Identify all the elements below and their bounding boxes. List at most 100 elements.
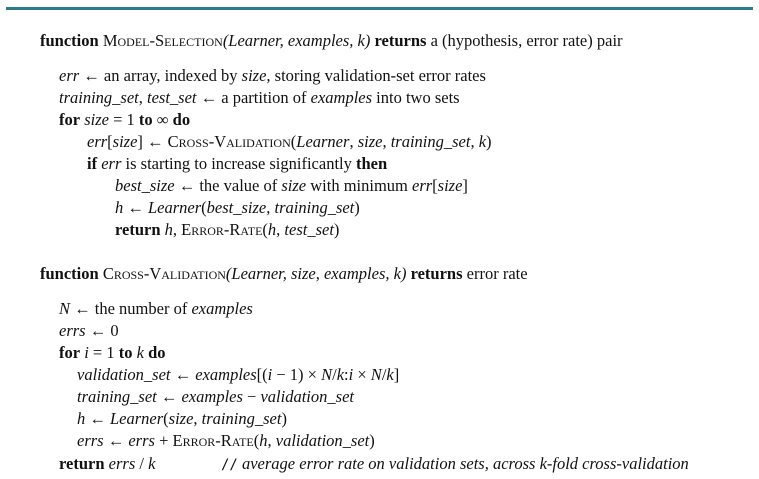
ms-line-2: training_set, test_set ← a partition of … <box>59 88 460 108</box>
text: , <box>382 132 391 151</box>
function-name: Cross-Validation <box>102 264 226 283</box>
var-test-set: test_set <box>284 220 334 239</box>
text: / <box>135 454 149 473</box>
comment-text: average error rate on validation sets, a… <box>237 454 689 473</box>
text: + <box>154 431 173 450</box>
keyword-for: for <box>59 110 81 129</box>
var-size: size <box>437 176 463 195</box>
var-h: h <box>115 198 124 217</box>
var-h: h <box>164 220 173 239</box>
function-name: Model-Selection <box>102 31 223 50</box>
var-h: h <box>77 409 86 428</box>
text: , storing validation-set error rates <box>266 66 486 85</box>
var-err: err <box>101 154 122 173</box>
var-errs: errs <box>77 431 104 450</box>
var-size: size <box>84 110 109 129</box>
text: , <box>349 132 358 151</box>
var-size: size <box>357 132 383 151</box>
var-n: N <box>321 365 333 384</box>
var-size: size <box>281 176 307 195</box>
var-validation-set: validation_set <box>275 431 370 450</box>
cv-comment: // average error rate on validation sets… <box>221 454 689 475</box>
return-description: a (hypothesis, error rate) pair <box>430 31 623 50</box>
var-examples: examples <box>195 365 257 384</box>
text: ] <box>462 176 468 195</box>
keyword-then: then <box>356 154 388 173</box>
keyword-do: do <box>148 343 166 362</box>
text: ← an array, indexed by <box>79 66 242 85</box>
keyword-for: for <box>59 343 81 362</box>
text: , <box>172 220 182 239</box>
keyword-return: return <box>115 220 161 239</box>
call-error-rate: Error-Rate <box>181 220 263 239</box>
top-rule <box>6 7 753 10</box>
text: ] ← <box>137 132 168 151</box>
var-errs: errs <box>128 431 155 450</box>
var-k: k <box>386 365 394 384</box>
text: [( <box>256 365 268 384</box>
keyword-returns: returns <box>410 264 463 283</box>
ms-line-1: err ← an array, indexed by size, storing… <box>59 66 486 86</box>
cv-line-3: for i = 1 to k do <box>59 343 166 363</box>
text: ] <box>393 365 400 384</box>
var-training-set: training_set <box>274 198 355 217</box>
var-size: size <box>168 409 194 428</box>
text: ← <box>85 409 110 428</box>
keyword-function: function <box>40 31 99 50</box>
text: , <box>267 431 276 450</box>
model-selection-header: function Model-Selection(Learner, exampl… <box>40 31 623 51</box>
cv-line-5: training_set ← examples − validation_set <box>77 387 354 407</box>
var-h: h <box>259 431 268 450</box>
text: ← the value of <box>174 176 282 195</box>
var-examples: examples <box>191 299 253 318</box>
keyword-returns: returns <box>374 31 427 50</box>
var-size: size <box>112 132 138 151</box>
keyword-do: do <box>172 110 191 129</box>
keyword-to: to <box>138 110 153 129</box>
var-k: k <box>336 365 345 384</box>
var-learner: Learner <box>110 409 164 428</box>
keyword-function: function <box>40 264 99 283</box>
var-err: err <box>87 132 108 151</box>
text: ) <box>486 132 492 151</box>
var-training-set: training_set <box>59 88 139 107</box>
keyword-return: return <box>59 454 105 473</box>
var-training-set: training_set <box>201 409 282 428</box>
text: ) <box>369 431 375 450</box>
text: ← a partition of <box>196 88 311 107</box>
text: ∞ <box>152 110 173 129</box>
text: ← <box>156 387 182 406</box>
text: ← 0 <box>85 321 119 340</box>
call-error-rate: Error-Rate <box>172 431 254 450</box>
function-args: (Learner, size, examples, k) <box>225 264 407 283</box>
var-validation-set: validation_set <box>77 365 171 384</box>
text: ← <box>103 431 129 450</box>
var-learner: Learner <box>296 132 350 151</box>
var-size: size <box>241 66 267 85</box>
var-validation-set: validation_set <box>260 387 354 406</box>
text: ) <box>281 409 287 428</box>
var-n: N <box>59 299 71 318</box>
text: ) <box>333 220 340 239</box>
text: with minimum <box>306 176 412 195</box>
text: = 1 <box>88 343 119 362</box>
text: , <box>470 132 479 151</box>
var-err: err <box>59 66 80 85</box>
cv-line-7: errs ← errs + Error-Rate(h, validation_s… <box>77 431 375 451</box>
var-best-size: best_size <box>115 176 175 195</box>
text: − <box>242 387 261 406</box>
comment-marker: // <box>221 457 238 473</box>
var-examples: examples <box>181 387 243 406</box>
ms-line-7: h ← Learner(best_size, training_set) <box>115 198 360 218</box>
keyword-to: to <box>118 343 133 362</box>
text: ← <box>170 365 196 384</box>
ms-line-8: return h, Error-Rate(h, test_set) <box>115 220 339 240</box>
text: ← the number of <box>70 299 192 318</box>
return-description: error rate <box>466 264 528 283</box>
text: , <box>138 88 148 107</box>
var-training-set: training_set <box>77 387 157 406</box>
cross-validation-header: function Cross-Validation(Learner, size,… <box>40 264 528 284</box>
cv-line-8: return errs / k <box>59 454 155 474</box>
text: = 1 <box>108 110 139 129</box>
cv-line-6: h ← Learner(size, training_set) <box>77 409 287 429</box>
